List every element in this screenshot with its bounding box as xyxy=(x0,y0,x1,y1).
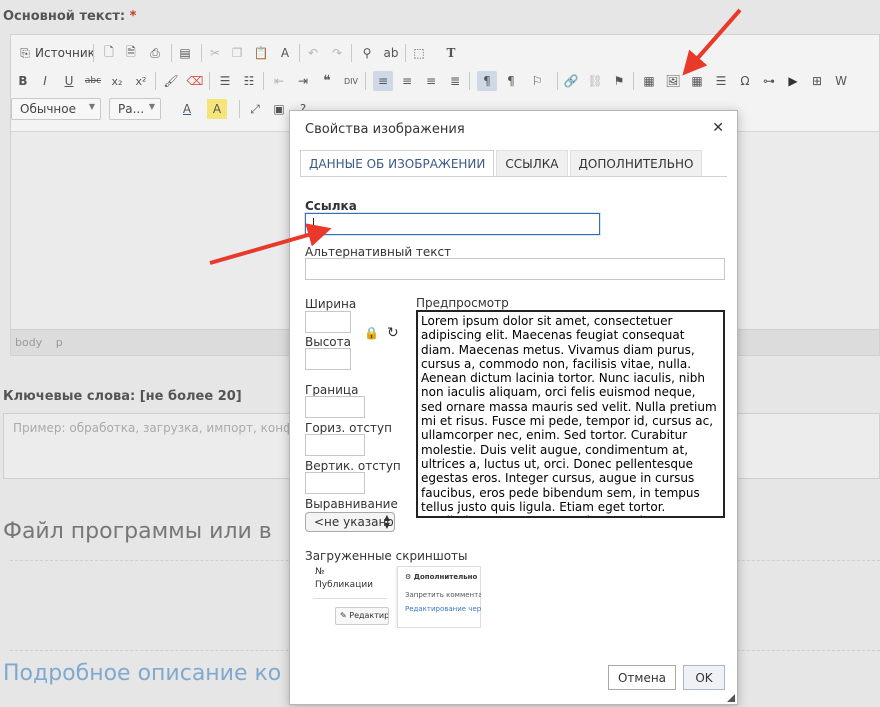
height-label: Высота xyxy=(305,335,351,349)
url-input[interactable] xyxy=(305,213,600,235)
format-icon[interactable]: T xyxy=(441,43,461,63)
remove-format-icon[interactable]: ⌫ xyxy=(185,71,205,91)
subscript-icon[interactable]: x₂ xyxy=(107,71,127,91)
lock-ratio-icon[interactable]: 🔒 xyxy=(364,326,379,340)
strike-icon[interactable]: abc xyxy=(83,71,103,91)
preview-box: Lorem ipsum dolor sit amet, consectetuer… xyxy=(416,310,725,518)
superscript-icon[interactable]: x² xyxy=(131,71,151,91)
path-p[interactable]: p xyxy=(56,336,63,349)
format-combo[interactable]: Обычное ▼ xyxy=(11,98,101,120)
blockquote-icon[interactable]: ❝ xyxy=(317,71,337,91)
source-button[interactable]: Источник xyxy=(35,46,95,60)
undo-icon[interactable]: ↶ xyxy=(303,43,323,63)
link-icon[interactable]: 🔗 xyxy=(561,71,581,91)
align-center-icon[interactable]: ≡ xyxy=(397,71,417,91)
hspace-label: Гориз. отступ xyxy=(305,421,392,435)
screenshots-label: Загруженные скриншоты xyxy=(305,549,468,563)
vspace-input[interactable] xyxy=(305,472,365,494)
screenshot-thumbnail[interactable]: № Публикации ✎ Редактир xyxy=(305,566,389,628)
close-icon[interactable]: ✕ xyxy=(712,120,724,136)
language-icon[interactable]: ⚐ xyxy=(527,71,547,91)
image-icon[interactable]: 🖼 xyxy=(663,71,683,91)
align-label: Выравнивание xyxy=(305,497,398,511)
cancel-button[interactable]: Отмена xyxy=(608,665,676,690)
vspace-label: Вертик. отступ xyxy=(305,459,401,473)
ltr-icon[interactable]: ¶ xyxy=(477,71,497,91)
div-icon[interactable]: DIV xyxy=(341,71,361,91)
unlink-icon[interactable]: ⛓ xyxy=(585,71,605,91)
rtl-icon[interactable]: ¶ xyxy=(501,71,521,91)
height-input[interactable] xyxy=(305,348,351,370)
tab-advanced[interactable]: Дополнительно xyxy=(569,150,703,176)
path-body[interactable]: body xyxy=(15,336,42,349)
description-heading[interactable]: Подробное описание ко xyxy=(3,661,281,686)
alt-text-label: Альтернативный текст xyxy=(305,245,452,259)
paste-text-icon[interactable]: A xyxy=(275,43,295,63)
iframe-icon[interactable]: ▦ xyxy=(639,71,659,91)
align-right-icon[interactable]: ≡ xyxy=(421,71,441,91)
maximize-icon[interactable]: ⤢ xyxy=(245,99,265,119)
image-properties-dialog: Свойства изображения ✕ Данные об изображ… xyxy=(289,110,738,705)
reset-size-icon[interactable]: ↻ xyxy=(387,325,399,341)
select-all-icon[interactable]: ⬚ xyxy=(409,43,429,63)
source-icon[interactable]: ⎘ xyxy=(15,43,35,63)
main-text-label: Основной текст: * xyxy=(3,9,137,24)
templates-icon[interactable]: ▤ xyxy=(175,43,195,63)
add-icon[interactable]: ⊞ xyxy=(807,71,827,91)
outdent-icon[interactable]: ⇤ xyxy=(269,71,289,91)
replace-icon[interactable]: ab xyxy=(381,43,401,63)
alt-text-input[interactable] xyxy=(305,258,725,280)
border-input[interactable] xyxy=(305,396,365,418)
url-label: Ссылка xyxy=(305,199,357,213)
font-color-icon[interactable]: A xyxy=(177,99,197,119)
hspace-input[interactable] xyxy=(305,434,365,456)
numbered-list-icon[interactable]: ☰ xyxy=(215,71,235,91)
print-icon[interactable]: ⎙ xyxy=(145,43,165,63)
redo-icon[interactable]: ↷ xyxy=(327,43,347,63)
new-page-icon[interactable]: 🗋 xyxy=(99,43,119,63)
align-left-icon[interactable]: ≡ xyxy=(373,71,393,91)
bulleted-list-icon[interactable]: ☷ xyxy=(239,71,259,91)
width-input[interactable] xyxy=(305,311,351,333)
justify-icon[interactable]: ≣ xyxy=(445,71,465,91)
preview-icon[interactable]: 🗎 xyxy=(121,43,141,63)
dialog-tabs: Данные об изображении Ссылка Дополнитель… xyxy=(300,150,704,177)
tab-divider xyxy=(300,176,727,177)
show-blocks-icon[interactable]: ▣ xyxy=(269,99,289,119)
youtube-icon[interactable]: ▶ xyxy=(783,71,803,91)
preview-label: Предпросмотр xyxy=(416,296,509,310)
align-select[interactable]: <не указано> ▲ ▼ xyxy=(305,512,395,532)
anchor-icon[interactable]: ⚑ xyxy=(609,71,629,91)
width-label: Ширина xyxy=(305,297,357,311)
special-char-icon[interactable]: Ω xyxy=(735,71,755,91)
paste-icon[interactable]: 📋 xyxy=(251,43,271,63)
font-combo[interactable]: Ра... ▼ xyxy=(109,98,161,120)
cut-icon[interactable]: ✂ xyxy=(205,43,225,63)
resize-handle[interactable] xyxy=(727,694,735,702)
border-label: Граница xyxy=(305,383,359,397)
paste-word-icon[interactable]: W xyxy=(831,71,851,91)
dialog-title: Свойства изображения xyxy=(305,122,465,137)
file-heading: Файл программы или в xyxy=(3,519,272,544)
hr-icon[interactable]: ☰ xyxy=(711,71,731,91)
indent-icon[interactable]: ⇥ xyxy=(293,71,313,91)
tab-image-info[interactable]: Данные об изображении xyxy=(300,150,495,177)
table-icon[interactable]: ▦ xyxy=(687,71,707,91)
find-icon[interactable]: ⚲ xyxy=(357,43,377,63)
underline-icon[interactable]: U xyxy=(59,71,79,91)
bg-color-icon[interactable]: A xyxy=(207,99,227,119)
keywords-label: Ключевые слова: [не более 20] xyxy=(3,389,242,404)
ok-button[interactable]: OK xyxy=(683,665,725,690)
bold-icon[interactable]: B xyxy=(13,71,33,91)
copy-format-icon[interactable]: 🖌 xyxy=(161,71,181,91)
italic-icon[interactable]: I xyxy=(35,71,55,91)
page-break-icon[interactable]: ⊶ xyxy=(759,71,779,91)
copy-icon[interactable]: ❐ xyxy=(227,43,247,63)
screenshot-thumbnails: № Публикации ✎ Редактир ⚙ Дополнительно … xyxy=(305,566,481,628)
screenshot-thumbnail[interactable]: ⚙ Дополнительно Запретить комментар Реда… xyxy=(397,566,481,628)
tab-link[interactable]: Ссылка xyxy=(496,150,568,176)
required-mark: * xyxy=(129,9,137,24)
